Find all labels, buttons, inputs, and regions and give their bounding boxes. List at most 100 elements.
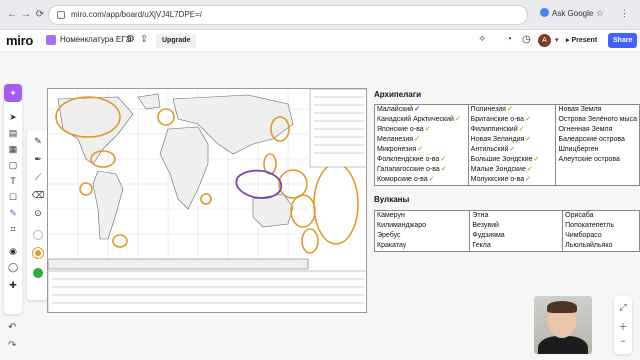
table-cell[interactable]: Алеутские острова bbox=[556, 155, 640, 165]
checkmark-icon: ✓ bbox=[414, 136, 420, 143]
upgrade-button[interactable]: Upgrade bbox=[156, 34, 197, 48]
ai-assist-button[interactable]: ✦ bbox=[4, 84, 22, 102]
table-cell[interactable]: Гекла bbox=[469, 241, 564, 252]
table-cell[interactable]: Фудзияма bbox=[469, 231, 564, 241]
world-map-image[interactable] bbox=[47, 88, 367, 313]
volcanoes-table[interactable]: Камерун Этна Орисаба Килиманджаро Везувий Поп… bbox=[374, 210, 640, 252]
color-orange-swatch[interactable] bbox=[33, 248, 43, 258]
table-cell[interactable]: Новая Зеландия✓ bbox=[468, 135, 557, 145]
reload-icon[interactable]: ⟳ bbox=[34, 9, 46, 21]
volcanoes-title: Вулканы bbox=[374, 195, 410, 204]
table-cell[interactable]: Канадский Арктический✓ bbox=[374, 115, 469, 125]
zoom-out-icon[interactable]: − bbox=[614, 336, 632, 346]
miro-logo[interactable]: miro bbox=[6, 33, 33, 48]
board-name[interactable]: Номенклатура ЕГЭ bbox=[60, 35, 131, 44]
select-cursor-icon[interactable]: ➤ bbox=[4, 110, 22, 124]
back-arrow-icon[interactable]: ← bbox=[6, 9, 18, 21]
table-cell[interactable]: Килиманджаро bbox=[374, 221, 471, 231]
table-row: Микронезия✓ Антильский✓ Шпицберген bbox=[374, 145, 640, 155]
cell-text: Малайский bbox=[377, 106, 414, 113]
table-cell[interactable]: Орисаба bbox=[563, 211, 640, 222]
table-cell[interactable]: Огненная Земля bbox=[556, 125, 640, 135]
table-cell[interactable]: Малые Зондские✓ bbox=[468, 165, 557, 175]
checkmark-icon: ✓ bbox=[506, 106, 513, 113]
forward-arrow-icon[interactable]: → bbox=[20, 9, 32, 21]
table-row: Камерун Этна Орисаба bbox=[374, 210, 640, 222]
redo-icon[interactable]: ↷ bbox=[8, 340, 16, 351]
table-cell[interactable]: Эребус bbox=[374, 231, 471, 241]
export-icon[interactable]: ⇪ bbox=[140, 34, 148, 45]
text-icon[interactable]: T bbox=[4, 174, 22, 188]
table-cell[interactable]: Японские о-ва✓ bbox=[374, 125, 469, 135]
table-cell[interactable] bbox=[556, 175, 640, 186]
table-cell[interactable]: Камерун bbox=[374, 210, 471, 221]
table-cell[interactable]: Коморские о-ва✓ bbox=[374, 175, 469, 186]
share-button[interactable]: Share bbox=[608, 33, 638, 48]
marker-icon[interactable]: ✒ bbox=[27, 152, 49, 166]
templates-icon[interactable]: ▤ bbox=[4, 126, 22, 140]
checkmark-icon: ✓ bbox=[424, 126, 431, 133]
archipelagos-table[interactable]: Малайский✓ Полинезия✓ Новая Земля Канадский… bbox=[374, 104, 640, 186]
site-info-icon[interactable] bbox=[57, 11, 65, 19]
table-cell[interactable]: Малайский✓ bbox=[374, 104, 469, 115]
person-shirt bbox=[538, 336, 588, 354]
menu-icon[interactable]: ⋮ bbox=[620, 8, 629, 19]
comment-icon[interactable]: ☐ bbox=[4, 190, 22, 204]
table-cell[interactable]: Шпицберген bbox=[556, 145, 640, 155]
table-cell[interactable]: Чимборасо bbox=[563, 231, 640, 241]
table-cell[interactable]: Микронезия✓ bbox=[374, 145, 469, 155]
table-cell[interactable]: Острова Зелёного мыса bbox=[556, 115, 640, 125]
table-cell[interactable]: Попокатепетль bbox=[563, 221, 640, 231]
table-cell[interactable]: Антильский✓ bbox=[468, 145, 557, 155]
reactions-icon[interactable]: ✧ bbox=[478, 34, 486, 45]
table-cell[interactable]: Этна bbox=[469, 210, 564, 221]
pen-icon[interactable]: ✎ bbox=[4, 206, 22, 220]
table-cell[interactable]: Филиппинский✓ bbox=[468, 125, 557, 135]
table-cell[interactable]: Галапагосские о-ва✓ bbox=[374, 165, 469, 175]
zoom-in-icon[interactable]: ＋ bbox=[614, 320, 632, 333]
main-toolbar: ➤ ▤ ▦ ▢ T ☐ ✎ ⌗ ◉ ◯ ✚ bbox=[4, 84, 22, 314]
star-icon[interactable]: ☆ bbox=[596, 8, 604, 19]
fit-screen-icon[interactable]: ⤢ bbox=[614, 302, 632, 313]
avatar[interactable]: A bbox=[538, 34, 551, 47]
present-button[interactable]: ▸ Present bbox=[566, 34, 597, 48]
pen-icon[interactable]: ✎ bbox=[27, 134, 49, 148]
table-cell[interactable]: Балеарские острова bbox=[556, 135, 640, 145]
zoom-controls: ⤢ ＋ − bbox=[614, 296, 632, 354]
table-row: Эребус Фудзияма Чимборасо bbox=[374, 231, 640, 241]
chevron-down-icon[interactable]: ▾ bbox=[555, 36, 559, 44]
table-icon[interactable]: ▦ bbox=[4, 142, 22, 156]
add-icon[interactable]: ✚ bbox=[4, 278, 22, 292]
table-cell[interactable]: Льюльяйльяко bbox=[563, 241, 640, 252]
color-green-swatch[interactable] bbox=[33, 268, 43, 278]
table-cell[interactable]: Молуккские о-ва✓ bbox=[468, 175, 557, 186]
checkmark-icon: ✓ bbox=[533, 156, 540, 163]
lasso-icon[interactable]: ⊙ bbox=[27, 206, 49, 220]
sticky-note-icon[interactable]: ▢ bbox=[4, 158, 22, 172]
table-cell[interactable]: Большие Зондские✓ bbox=[468, 155, 557, 165]
table-cell[interactable] bbox=[556, 165, 640, 175]
address-bar[interactable]: miro.com/app/board/uXjVJ4L7DPE=/ bbox=[48, 5, 528, 25]
checkmark-icon: ✓ bbox=[509, 146, 516, 153]
frame-icon[interactable]: ⌗ bbox=[4, 222, 22, 236]
color-white-swatch[interactable] bbox=[33, 230, 43, 240]
chat-icon[interactable]: ◯ bbox=[4, 260, 22, 274]
table-cell[interactable]: Британские о-ва✓ bbox=[468, 115, 557, 125]
ask-google-button[interactable]: Ask Google bbox=[540, 8, 593, 18]
antarctica bbox=[48, 258, 309, 270]
emoji-icon[interactable]: ◉ bbox=[4, 244, 22, 258]
comments-icon[interactable]: ◔ bbox=[506, 34, 512, 45]
table-cell[interactable]: Везувий bbox=[469, 221, 564, 231]
timer-icon[interactable]: ◷ bbox=[522, 34, 531, 45]
table-cell[interactable]: Фолклендские о-ва✓ bbox=[374, 155, 469, 165]
undo-icon[interactable]: ↶ bbox=[8, 322, 16, 333]
cell-text: Меланезия bbox=[377, 136, 414, 143]
settings-icon[interactable]: ⚙ bbox=[126, 34, 135, 45]
highlighter-icon[interactable]: ⟋ bbox=[27, 170, 49, 184]
table-cell[interactable]: Полинезия✓ bbox=[468, 104, 557, 115]
table-cell[interactable]: Меланезия✓ bbox=[374, 135, 469, 145]
eraser-icon[interactable]: ⌫ bbox=[27, 188, 49, 202]
cell-text: Острова Зелёного мыса bbox=[558, 116, 637, 123]
table-cell[interactable]: Кракатау bbox=[374, 241, 471, 252]
table-cell[interactable]: Новая Земля bbox=[556, 105, 640, 116]
